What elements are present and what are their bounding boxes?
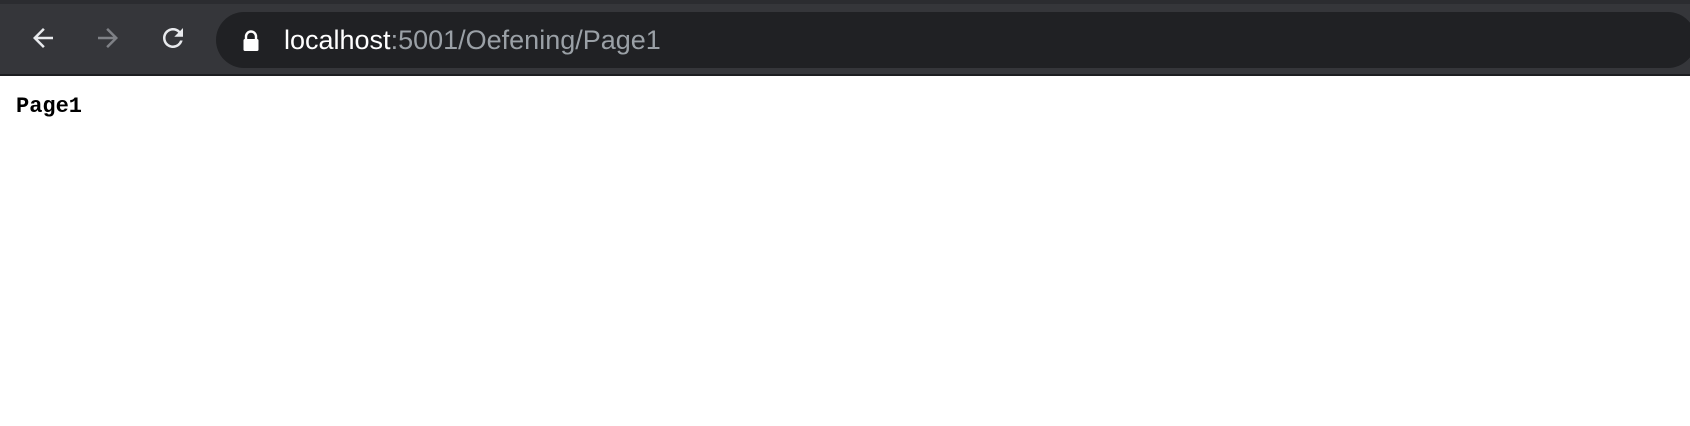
arrow-left-icon [28,23,58,58]
reload-icon [158,23,188,58]
arrow-right-icon [93,23,123,58]
url-text[interactable]: localhost:5001/Oefening/Page1 [284,12,661,68]
url-host: localhost [284,25,391,55]
back-button[interactable] [25,22,61,58]
url-path: :5001/Oefening/Page1 [390,25,661,55]
lock-icon[interactable] [242,30,260,52]
page-heading: Page1 [16,94,83,119]
browser-toolbar: localhost:5001/Oefening/Page1 [0,0,1690,76]
reload-button[interactable] [155,22,191,58]
address-bar[interactable]: localhost:5001/Oefening/Page1 [216,12,1690,68]
page-content: Page1 [0,76,1690,426]
forward-button[interactable] [90,22,126,58]
